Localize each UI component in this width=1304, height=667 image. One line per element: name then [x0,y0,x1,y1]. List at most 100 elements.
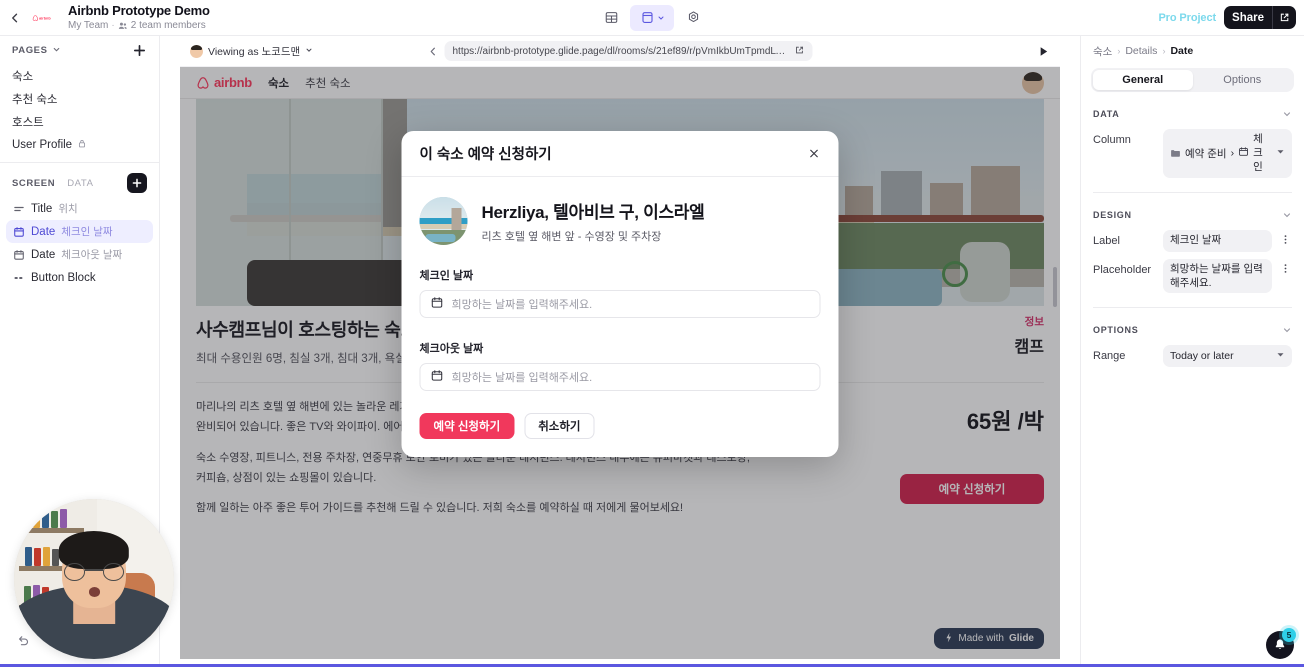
app-subtitle: My Team · 2 team members [68,20,210,31]
share-button[interactable]: Share [1224,6,1296,29]
people-icon [118,22,127,29]
glide-editor: airbnb Airbnb Prototype Demo My Team · 2… [0,0,1304,667]
avatar [190,44,203,58]
sidebar-page-2[interactable]: 호스트 [0,110,159,133]
pages-header: PAGES [0,36,159,64]
booking-request-modal: 이 숙소 예약 신청하기 Herzliya, 텔아비브 구, 이스라엘 리츠 호… [401,131,839,457]
calendar-icon [12,248,25,261]
external-link-icon[interactable] [795,45,805,58]
tab-general[interactable]: General [1093,70,1193,90]
page-label: 숙소 [12,70,34,83]
checkin-placeholder: 희망하는 날짜를 입력해주세요. [451,299,593,311]
section-design-header: DESIGN [1081,207,1304,223]
label-input[interactable]: 체크인 날짜 [1163,229,1272,252]
column-folder-name: 예약 준비 [1185,147,1227,160]
component-title[interactable]: Title 위치 [0,197,159,220]
modal-listing-row: Herzliya, 텔아비브 구, 이스라엘 리츠 호텔 옆 해변 앞 - 수영… [419,197,821,245]
checkin-input[interactable]: 희망하는 날짜를 입력해주세요. [419,290,821,318]
modal-header: 이 숙소 예약 신청하기 [401,131,839,177]
more-vertical-icon[interactable] [1278,230,1292,245]
column-field-name: 체크인 [1253,133,1263,174]
modal-listing-name: Herzliya, 텔아비브 구, 이스라엘 [481,203,705,222]
modal-title: 이 숙소 예약 신청하기 [419,147,552,163]
component-date-checkout[interactable]: Date 체크아웃 날짜 [0,243,159,266]
add-component-button[interactable] [127,173,147,193]
preview-back-button[interactable] [428,46,439,57]
layout-icon[interactable] [630,4,674,31]
viewing-as-selector[interactable]: Viewing as 노코드맨 [190,44,313,59]
section-options-header: OPTIONS [1081,322,1304,338]
component-name: Date [31,248,56,261]
chevron-down-icon[interactable] [1282,210,1292,220]
preview-url-field[interactable]: https://airbnb-prototype.glide.page/dl/r… [444,41,813,61]
preview-container: Viewing as 노코드맨 https://airbnb-prototype… [180,36,1060,659]
external-link-icon[interactable] [1273,12,1296,23]
checkout-input[interactable]: 희망하는 날짜를 입력해주세요. [419,363,821,391]
editor-body: PAGES 숙소 추천 숙소 호스트 User Profile SCREEN D… [0,36,1304,667]
submit-booking-button[interactable]: 예약 신청하기 [419,413,515,439]
pro-project-badge[interactable]: Pro Project [1158,12,1216,24]
chevron-down-icon [305,45,313,57]
more-vertical-icon[interactable] [1278,259,1292,274]
preview-area: Viewing as 노코드맨 https://airbnb-prototype… [160,36,1080,667]
person-mouth [89,587,101,597]
breadcrumb-2: Date [1170,45,1194,57]
tab-options[interactable]: Options [1193,70,1293,90]
breadcrumb: 숙소 › Details › Date [1081,40,1304,62]
cancel-booking-button[interactable]: 취소하기 [524,413,595,439]
component-hint: 체크아웃 날짜 [61,249,123,261]
back-button[interactable] [0,0,30,36]
screen-data-tabs: SCREEN DATA [0,169,159,197]
component-hint: 위치 [58,203,78,215]
add-page-button[interactable] [132,43,147,58]
breadcrumb-1[interactable]: Details [1125,45,1157,57]
preview-iframe: airbnb 숙소 추천 숙소 사수캠프님이 호스팅하는 숙소 최대 수용인원 … [180,66,1060,659]
sidebar-page-3[interactable]: User Profile [0,133,159,156]
tab-screen[interactable]: SCREEN [12,178,55,189]
component-date-checkin[interactable]: Date 체크인 날짜 [6,220,153,243]
breadcrumb-0[interactable]: 숙소 [1093,44,1112,59]
team-name: My Team [68,20,109,32]
table-icon[interactable] [596,5,626,31]
placeholder-input[interactable]: 희망하는 날짜를 입력해주세요. [1163,258,1272,293]
range-dropdown[interactable]: Today or later [1163,344,1292,367]
tab-data[interactable]: DATA [67,178,93,189]
sidebar-page-0[interactable]: 숙소 [0,64,159,87]
section-options-title: OPTIONS [1093,324,1139,335]
component-hint: 체크인 날짜 [61,226,113,238]
share-label: Share [1232,11,1264,24]
column-dropdown[interactable]: 예약 준비 › 체크인 [1163,129,1292,178]
preview-toolbar: Viewing as 노코드맨 https://airbnb-prototype… [180,36,1060,66]
checkin-label: 체크인 날짜 [419,270,474,282]
chevron-down-icon[interactable] [1282,109,1292,119]
preview-url-row: https://airbnb-prototype.glide.page/dl/r… [428,41,813,61]
sidebar-divider [0,162,159,163]
sidebar-page-1[interactable]: 추천 숙소 [0,87,159,110]
row-column-label: Column [1093,134,1131,146]
chevron-down-icon[interactable] [1282,325,1292,335]
range-value: Today or later [1170,349,1234,362]
settings-icon[interactable] [678,5,708,31]
glasses-right-lens [102,563,124,581]
row-label: Label 체크인 날짜 [1081,223,1304,252]
folder-icon [1170,148,1181,159]
component-button-block[interactable]: Button Block [0,266,159,289]
section-data-title: DATA [1093,109,1120,119]
row-column: Column 예약 준비 › 체크인 [1081,122,1304,178]
notification-count-badge: 5 [1282,628,1296,642]
row-placeholder: Placeholder 희망하는 날짜를 입력해주세요. [1081,252,1304,293]
right-inspector-panel: 숙소 › Details › Date General Options DATA [1080,36,1304,667]
pages-header-label: PAGES [12,44,48,56]
chevron-down-icon[interactable] [52,41,61,59]
preview-play-button[interactable] [1037,45,1050,58]
top-toolbar: airbnb Airbnb Prototype Demo My Team · 2… [0,0,1304,36]
inspector-divider [1093,191,1292,193]
inspector-divider [1093,306,1292,308]
placeholder-value: 희망하는 날짜를 입력해주세요. [1170,262,1263,289]
component-name: Date [31,225,56,238]
app-logo-icon: airbnb [30,6,60,29]
inspector-tabs: General Options [1091,68,1294,92]
notification-widget[interactable]: 5 [1266,628,1296,659]
close-icon[interactable] [808,147,821,160]
section-data: DATA Column 예약 준비 › 체크인 [1081,106,1304,178]
